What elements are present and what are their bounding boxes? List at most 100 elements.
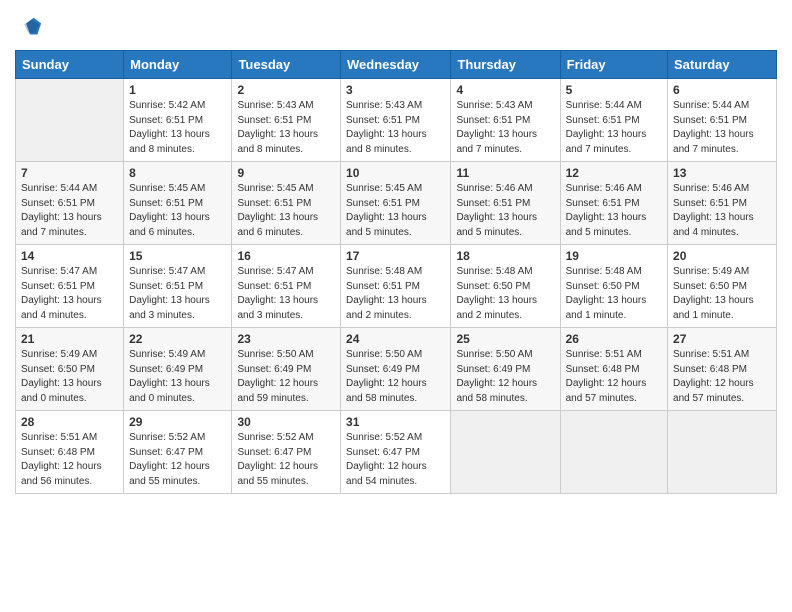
day-info: Sunrise: 5:45 AMSunset: 6:51 PMDaylight:… (346, 182, 445, 240)
day-info: Sunrise: 5:51 AMSunset: 6:48 PMDaylight:… (566, 348, 662, 406)
calendar-body: 1 Sunrise: 5:42 AMSunset: 6:51 PMDaylight… (16, 79, 777, 494)
calendar-week-4: 28 Sunrise: 5:51 AMSunset: 6:48 PMDayligh… (16, 411, 777, 494)
calendar-cell (668, 411, 777, 494)
day-info: Sunrise: 5:52 AMSunset: 6:47 PMDaylight:… (129, 431, 226, 489)
calendar-cell: 4 Sunrise: 5:43 AMSunset: 6:51 PMDaylight… (451, 79, 560, 162)
day-info: Sunrise: 5:44 AMSunset: 6:51 PMDaylight:… (566, 99, 662, 157)
day-number: 18 (456, 249, 554, 263)
calendar-cell: 14Sunrise: 5:47 AMSunset: 6:51 PMDayligh… (16, 245, 124, 328)
calendar-cell: 18 Sunrise: 5:48 AMSunset: 6:50 PMDayligh… (451, 245, 560, 328)
day-info: Sunrise: 5:44 AMSunset: 6:51 PMDaylight:… (673, 99, 771, 157)
day-number: 23 (237, 332, 335, 346)
day-number: 9 (237, 166, 335, 180)
weekday-header-tuesday: Tuesday (232, 51, 341, 79)
calendar-cell: 31 Sunrise: 5:52 AMSunset: 6:47 PMDayligh… (341, 411, 451, 494)
day-number: 1 (129, 83, 226, 97)
day-number: 10 (346, 166, 445, 180)
day-info: Sunrise: 5:48 AMSunset: 6:50 PMDaylight:… (566, 265, 662, 323)
calendar-cell: 24Sunrise: 5:50 AMSunset: 6:49 PMDayligh… (341, 328, 451, 411)
calendar-cell: 6 Sunrise: 5:44 AMSunset: 6:51 PMDaylight… (668, 79, 777, 162)
day-number: 6 (673, 83, 771, 97)
calendar-week-0: 1 Sunrise: 5:42 AMSunset: 6:51 PMDaylight… (16, 79, 777, 162)
calendar-week-2: 14Sunrise: 5:47 AMSunset: 6:51 PMDayligh… (16, 245, 777, 328)
day-info: Sunrise: 5:47 AMSunset: 6:51 PMDaylight:… (129, 265, 226, 323)
calendar-cell (560, 411, 667, 494)
logo (15, 14, 47, 42)
logo-icon (15, 14, 43, 42)
day-number: 11 (456, 166, 554, 180)
weekday-header-wednesday: Wednesday (341, 51, 451, 79)
weekday-header-friday: Friday (560, 51, 667, 79)
day-info: Sunrise: 5:43 AMSunset: 6:51 PMDaylight:… (346, 99, 445, 157)
day-info: Sunrise: 5:50 AMSunset: 6:49 PMDaylight:… (346, 348, 445, 406)
day-number: 28 (21, 415, 118, 429)
calendar-week-3: 21 Sunrise: 5:49 AMSunset: 6:50 PMDayligh… (16, 328, 777, 411)
calendar-cell: 9Sunrise: 5:45 AMSunset: 6:51 PMDaylight… (232, 162, 341, 245)
calendar-cell: 27 Sunrise: 5:51 AMSunset: 6:48 PMDayligh… (668, 328, 777, 411)
day-info: Sunrise: 5:49 AMSunset: 6:50 PMDaylight:… (21, 348, 118, 406)
day-number: 21 (21, 332, 118, 346)
day-number: 30 (237, 415, 335, 429)
day-number: 7 (21, 166, 118, 180)
page-header (15, 10, 777, 42)
day-info: Sunrise: 5:49 AMSunset: 6:50 PMDaylight:… (673, 265, 771, 323)
calendar-cell: 17Sunrise: 5:48 AMSunset: 6:51 PMDayligh… (341, 245, 451, 328)
day-number: 15 (129, 249, 226, 263)
calendar-cell (451, 411, 560, 494)
calendar-cell: 19 Sunrise: 5:48 AMSunset: 6:50 PMDayligh… (560, 245, 667, 328)
day-number: 26 (566, 332, 662, 346)
day-info: Sunrise: 5:51 AMSunset: 6:48 PMDaylight:… (673, 348, 771, 406)
day-info: Sunrise: 5:42 AMSunset: 6:51 PMDaylight:… (129, 99, 226, 157)
day-number: 19 (566, 249, 662, 263)
calendar-header: SundayMondayTuesdayWednesdayThursdayFrid… (16, 51, 777, 79)
weekday-header-sunday: Sunday (16, 51, 124, 79)
calendar-cell: 7 Sunrise: 5:44 AMSunset: 6:51 PMDaylight… (16, 162, 124, 245)
calendar-cell: 5 Sunrise: 5:44 AMSunset: 6:51 PMDaylight… (560, 79, 667, 162)
day-info: Sunrise: 5:43 AMSunset: 6:51 PMDaylight:… (456, 99, 554, 157)
calendar-cell: 16 Sunrise: 5:47 AMSunset: 6:51 PMDayligh… (232, 245, 341, 328)
calendar-cell: 15 Sunrise: 5:47 AMSunset: 6:51 PMDayligh… (124, 245, 232, 328)
calendar-cell (16, 79, 124, 162)
day-info: Sunrise: 5:45 AMSunset: 6:51 PMDaylight:… (129, 182, 226, 240)
day-number: 16 (237, 249, 335, 263)
day-number: 27 (673, 332, 771, 346)
weekday-row: SundayMondayTuesdayWednesdayThursdayFrid… (16, 51, 777, 79)
day-number: 22 (129, 332, 226, 346)
calendar-cell: 11 Sunrise: 5:46 AMSunset: 6:51 PMDayligh… (451, 162, 560, 245)
day-info: Sunrise: 5:48 AMSunset: 6:51 PMDaylight:… (346, 265, 445, 323)
calendar-cell: 25 Sunrise: 5:50 AMSunset: 6:49 PMDayligh… (451, 328, 560, 411)
day-info: Sunrise: 5:52 AMSunset: 6:47 PMDaylight:… (237, 431, 335, 489)
day-info: Sunrise: 5:48 AMSunset: 6:50 PMDaylight:… (456, 265, 554, 323)
calendar-cell: 29Sunrise: 5:52 AMSunset: 6:47 PMDayligh… (124, 411, 232, 494)
calendar-cell: 13 Sunrise: 5:46 AMSunset: 6:51 PMDayligh… (668, 162, 777, 245)
day-info: Sunrise: 5:52 AMSunset: 6:47 PMDaylight:… (346, 431, 445, 489)
calendar-cell: 1 Sunrise: 5:42 AMSunset: 6:51 PMDaylight… (124, 79, 232, 162)
day-number: 25 (456, 332, 554, 346)
calendar-cell: 20 Sunrise: 5:49 AMSunset: 6:50 PMDayligh… (668, 245, 777, 328)
weekday-header-saturday: Saturday (668, 51, 777, 79)
day-number: 8 (129, 166, 226, 180)
day-number: 20 (673, 249, 771, 263)
calendar-cell: 23Sunrise: 5:50 AMSunset: 6:49 PMDayligh… (232, 328, 341, 411)
day-info: Sunrise: 5:44 AMSunset: 6:51 PMDaylight:… (21, 182, 118, 240)
calendar-cell: 2Sunrise: 5:43 AMSunset: 6:51 PMDaylight… (232, 79, 341, 162)
day-info: Sunrise: 5:50 AMSunset: 6:49 PMDaylight:… (456, 348, 554, 406)
day-info: Sunrise: 5:46 AMSunset: 6:51 PMDaylight:… (456, 182, 554, 240)
calendar-cell: 21 Sunrise: 5:49 AMSunset: 6:50 PMDayligh… (16, 328, 124, 411)
day-info: Sunrise: 5:47 AMSunset: 6:51 PMDaylight:… (21, 265, 118, 323)
day-info: Sunrise: 5:46 AMSunset: 6:51 PMDaylight:… (673, 182, 771, 240)
day-info: Sunrise: 5:46 AMSunset: 6:51 PMDaylight:… (566, 182, 662, 240)
calendar-table: SundayMondayTuesdayWednesdayThursdayFrid… (15, 50, 777, 494)
day-number: 12 (566, 166, 662, 180)
calendar-cell: 12 Sunrise: 5:46 AMSunset: 6:51 PMDayligh… (560, 162, 667, 245)
calendar-cell: 8 Sunrise: 5:45 AMSunset: 6:51 PMDaylight… (124, 162, 232, 245)
day-number: 4 (456, 83, 554, 97)
day-number: 13 (673, 166, 771, 180)
weekday-header-monday: Monday (124, 51, 232, 79)
day-number: 31 (346, 415, 445, 429)
day-number: 5 (566, 83, 662, 97)
day-number: 3 (346, 83, 445, 97)
day-info: Sunrise: 5:51 AMSunset: 6:48 PMDaylight:… (21, 431, 118, 489)
day-info: Sunrise: 5:47 AMSunset: 6:51 PMDaylight:… (237, 265, 335, 323)
calendar-week-1: 7 Sunrise: 5:44 AMSunset: 6:51 PMDaylight… (16, 162, 777, 245)
